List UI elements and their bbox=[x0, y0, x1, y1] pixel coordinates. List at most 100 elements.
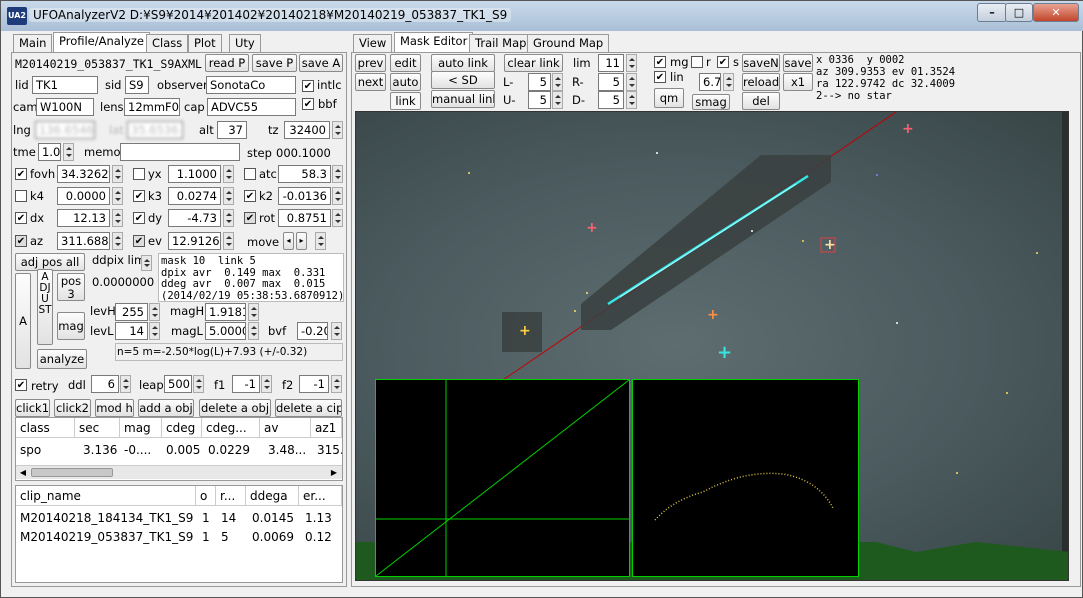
ddpix-spinner[interactable] bbox=[141, 255, 152, 271]
scrollbar-thumb[interactable] bbox=[31, 468, 113, 477]
tab-ground-map[interactable]: Ground Map bbox=[527, 34, 610, 52]
ddl-spinner[interactable] bbox=[120, 375, 131, 393]
table-cell[interactable]: spo bbox=[16, 441, 75, 459]
reload-button[interactable]: reload bbox=[742, 73, 780, 91]
alt-input[interactable]: 37 bbox=[217, 121, 247, 139]
tab-uty[interactable]: Uty bbox=[229, 34, 261, 52]
r-minus-input[interactable]: 5 bbox=[598, 73, 624, 91]
ev-input[interactable]: 12.9126 bbox=[168, 232, 221, 250]
k4-spinner[interactable] bbox=[112, 187, 123, 205]
next-button[interactable]: next bbox=[355, 73, 386, 91]
lng-input[interactable]: 136.6546 bbox=[35, 121, 95, 139]
table-cell[interactable]: M20140218_184134_TK1_S9 bbox=[16, 509, 196, 527]
rot-input[interactable]: 0.8751 bbox=[278, 209, 331, 227]
levL-input[interactable]: 14 bbox=[115, 322, 148, 340]
column-header[interactable]: clip_name bbox=[16, 486, 196, 506]
link-button[interactable]: link bbox=[390, 92, 421, 110]
column-header[interactable]: av bbox=[260, 418, 311, 438]
column-header[interactable]: mag bbox=[120, 418, 162, 438]
tz-spinner[interactable] bbox=[332, 121, 343, 139]
f1-input[interactable]: -1 bbox=[232, 375, 260, 393]
bbf-checkbox[interactable] bbox=[302, 98, 314, 110]
table-cell[interactable]: 1.13 bbox=[301, 509, 342, 527]
u-minus-spinner[interactable] bbox=[552, 91, 563, 109]
memo-input[interactable] bbox=[120, 143, 240, 161]
click1-button[interactable]: click1 bbox=[15, 399, 50, 417]
ev-checkbox[interactable] bbox=[133, 235, 145, 247]
fovh-checkbox[interactable] bbox=[15, 168, 27, 180]
magH-input[interactable]: 1.9181 bbox=[205, 303, 246, 321]
atc-spinner[interactable] bbox=[332, 165, 343, 183]
move-right-button[interactable]: ▸ bbox=[296, 232, 307, 250]
k3-input[interactable]: 0.0274 bbox=[168, 187, 221, 205]
yx-checkbox[interactable] bbox=[133, 168, 145, 180]
s-checkbox[interactable] bbox=[717, 56, 729, 68]
ev-spinner[interactable] bbox=[223, 232, 234, 250]
tz-input[interactable]: 32400 bbox=[284, 121, 330, 139]
cap-input[interactable]: ADVC55 bbox=[207, 98, 296, 116]
delete-cip-button[interactable]: delete a cip bbox=[275, 399, 342, 417]
atc-checkbox[interactable] bbox=[244, 168, 256, 180]
levH-input[interactable]: 255 bbox=[115, 303, 148, 321]
u-minus-input[interactable]: 5 bbox=[528, 91, 551, 109]
column-header[interactable]: cdeg... bbox=[202, 418, 260, 438]
smag-button[interactable]: smag bbox=[692, 94, 730, 110]
pos-button[interactable]: pos 3 bbox=[57, 273, 85, 301]
analyze-button[interactable]: analyze bbox=[37, 349, 87, 369]
f1-spinner[interactable] bbox=[261, 375, 272, 393]
f2-spinner[interactable] bbox=[331, 375, 342, 393]
saveN-button[interactable]: saveN bbox=[742, 54, 780, 72]
tab-mask-editor[interactable]: Mask Editor bbox=[394, 32, 474, 53]
dx-checkbox[interactable] bbox=[15, 212, 27, 224]
rot-spinner[interactable] bbox=[332, 209, 343, 227]
column-header[interactable]: r... bbox=[216, 486, 246, 506]
table-cell[interactable]: 0.0229 bbox=[204, 441, 260, 459]
r-checkbox[interactable] bbox=[691, 56, 703, 68]
l-minus-input[interactable]: 5 bbox=[528, 73, 551, 91]
column-header[interactable]: az1 bbox=[311, 418, 342, 438]
lim-spinner[interactable] bbox=[626, 54, 637, 72]
x1-button[interactable]: x1 bbox=[783, 73, 813, 91]
lin-input[interactable]: 6.7 bbox=[699, 73, 721, 91]
fovh-input[interactable]: 34.3262 bbox=[57, 165, 110, 183]
scroll-right-arrow-icon[interactable]: ▶ bbox=[328, 467, 340, 478]
save-button[interactable]: save bbox=[783, 54, 813, 72]
tme-spinner[interactable] bbox=[63, 143, 74, 161]
lin-checkbox[interactable] bbox=[654, 71, 666, 83]
table-cell[interactable]: 3.136 bbox=[79, 441, 120, 459]
ddl-input[interactable]: 6 bbox=[91, 375, 119, 393]
bvf-spinner[interactable] bbox=[331, 322, 342, 340]
minimize-button[interactable]: – bbox=[977, 3, 1007, 22]
dy-checkbox[interactable] bbox=[133, 212, 145, 224]
d-minus-spinner[interactable] bbox=[626, 91, 637, 109]
lid-input[interactable]: TK1 bbox=[32, 76, 98, 94]
table-cell[interactable]: 0.0145 bbox=[248, 509, 299, 527]
horizontal-scrollbar[interactable]: ◀ ▶ bbox=[16, 465, 342, 479]
mg-checkbox[interactable] bbox=[654, 56, 666, 68]
tab-trail-map[interactable]: Trail Map bbox=[469, 34, 533, 52]
f2-input[interactable]: -1 bbox=[299, 375, 329, 393]
auto-button[interactable]: auto bbox=[390, 73, 421, 91]
read-p-button[interactable]: read P bbox=[205, 54, 249, 72]
column-header[interactable]: class bbox=[16, 418, 75, 438]
az-checkbox[interactable] bbox=[15, 235, 27, 247]
column-header[interactable]: er... bbox=[299, 486, 342, 506]
tab-plot[interactable]: Plot bbox=[188, 34, 222, 52]
table-cell[interactable]: 14 bbox=[217, 509, 246, 527]
leap-spinner[interactable] bbox=[193, 375, 204, 393]
qm-button[interactable]: qm bbox=[654, 88, 684, 108]
az-input[interactable]: 311.6884 bbox=[57, 232, 110, 250]
bvf-input[interactable]: -0.20 bbox=[297, 322, 328, 340]
observer-input[interactable]: SonotaCo bbox=[206, 76, 296, 94]
del-button[interactable]: del bbox=[742, 92, 780, 110]
k3-checkbox[interactable] bbox=[133, 190, 145, 202]
move-spinner[interactable] bbox=[315, 232, 326, 250]
table-cell[interactable]: 1 bbox=[198, 528, 216, 546]
delete-obj-button[interactable]: delete a obj bbox=[199, 399, 271, 417]
a-button[interactable]: A bbox=[15, 273, 31, 369]
lens-input[interactable]: 12mmF0.8 bbox=[124, 98, 180, 116]
dx-spinner[interactable] bbox=[112, 209, 123, 227]
magL-spinner[interactable] bbox=[248, 322, 259, 340]
mag-button[interactable]: mag bbox=[57, 312, 85, 340]
table-cell[interactable]: 1 bbox=[198, 509, 216, 527]
